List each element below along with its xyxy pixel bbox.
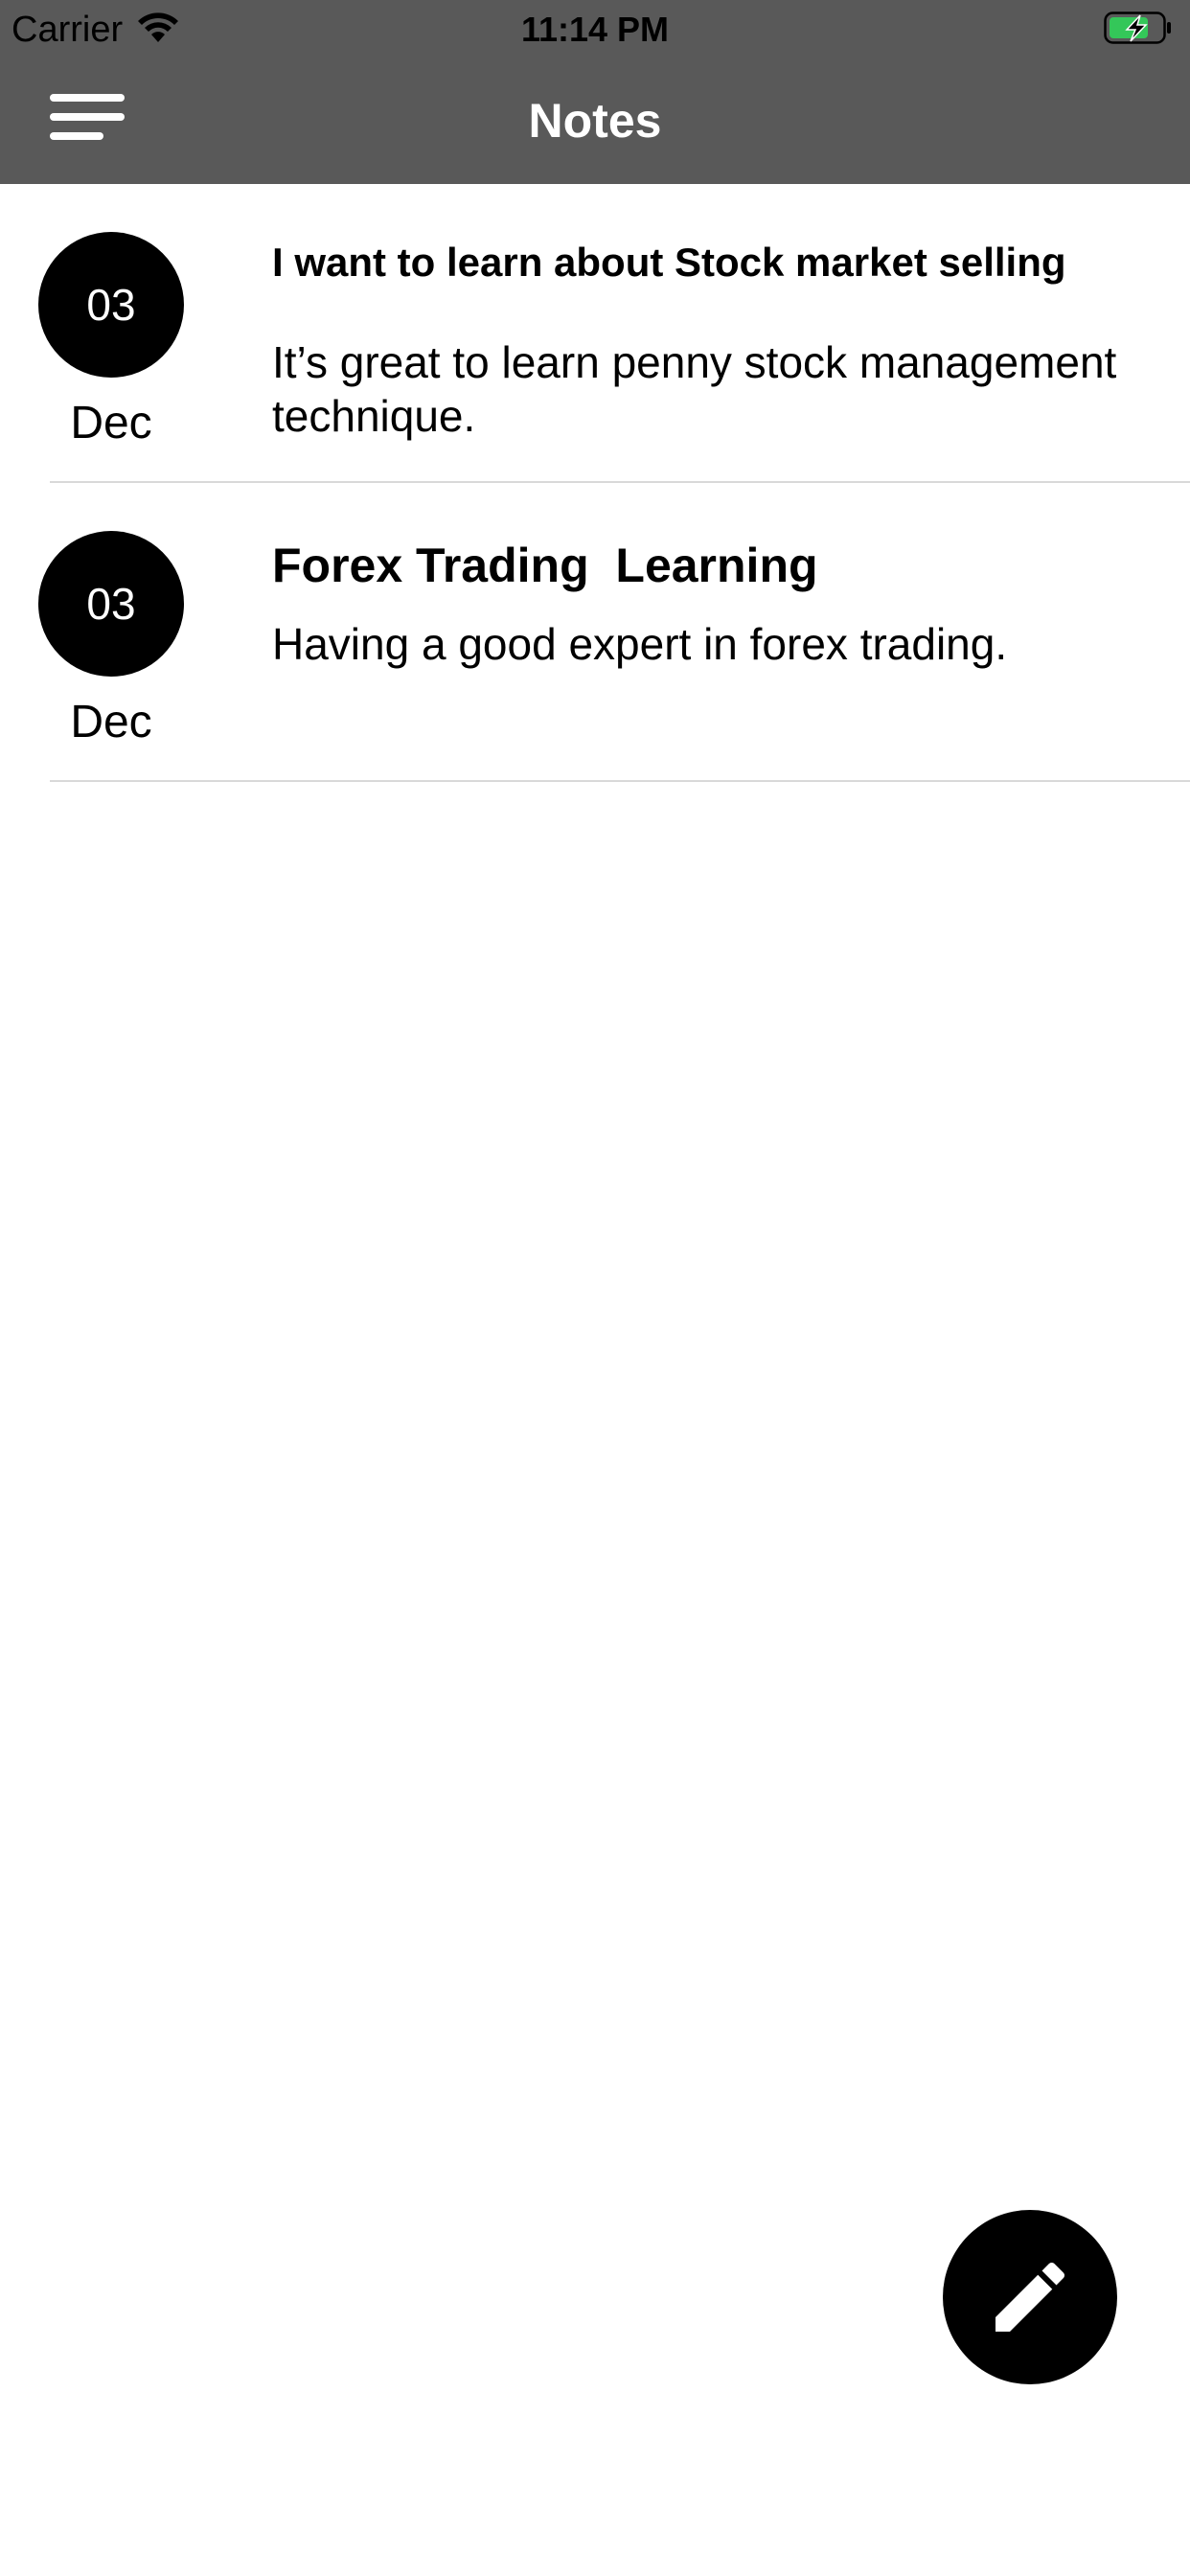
row-divider <box>50 780 1190 782</box>
note-item[interactable]: 03 Dec Forex Trading Learning Having a g… <box>0 483 1190 782</box>
note-title: Forex Trading Learning <box>272 539 818 592</box>
notes-list: 03 Dec I want to learn about Stock marke… <box>0 184 1190 782</box>
note-item[interactable]: 03 Dec I want to learn about Stock marke… <box>0 184 1190 483</box>
battery-charging-icon <box>1104 12 1171 44</box>
new-note-button[interactable] <box>943 2210 1117 2384</box>
note-day-badge: 03 <box>38 531 184 677</box>
note-day-badge: 03 <box>38 232 184 378</box>
page-title: Notes <box>528 94 662 148</box>
app-header: Carrier 11:14 PM Notes <box>0 0 1190 184</box>
pencil-icon <box>995 2262 1065 2332</box>
note-title: I want to learn about Stock market selli… <box>272 240 1066 285</box>
status-time: 11:14 PM <box>520 10 670 49</box>
note-body: Having a good expert in forex trading. <box>272 619 1008 669</box>
note-month: Dec <box>70 697 152 748</box>
note-month: Dec <box>70 398 152 448</box>
note-body: It’s great to learn penny stock manageme… <box>272 337 1117 441</box>
notes-screen: Carrier 11:14 PM Notes 03 Dec I want to <box>0 0 1190 2576</box>
